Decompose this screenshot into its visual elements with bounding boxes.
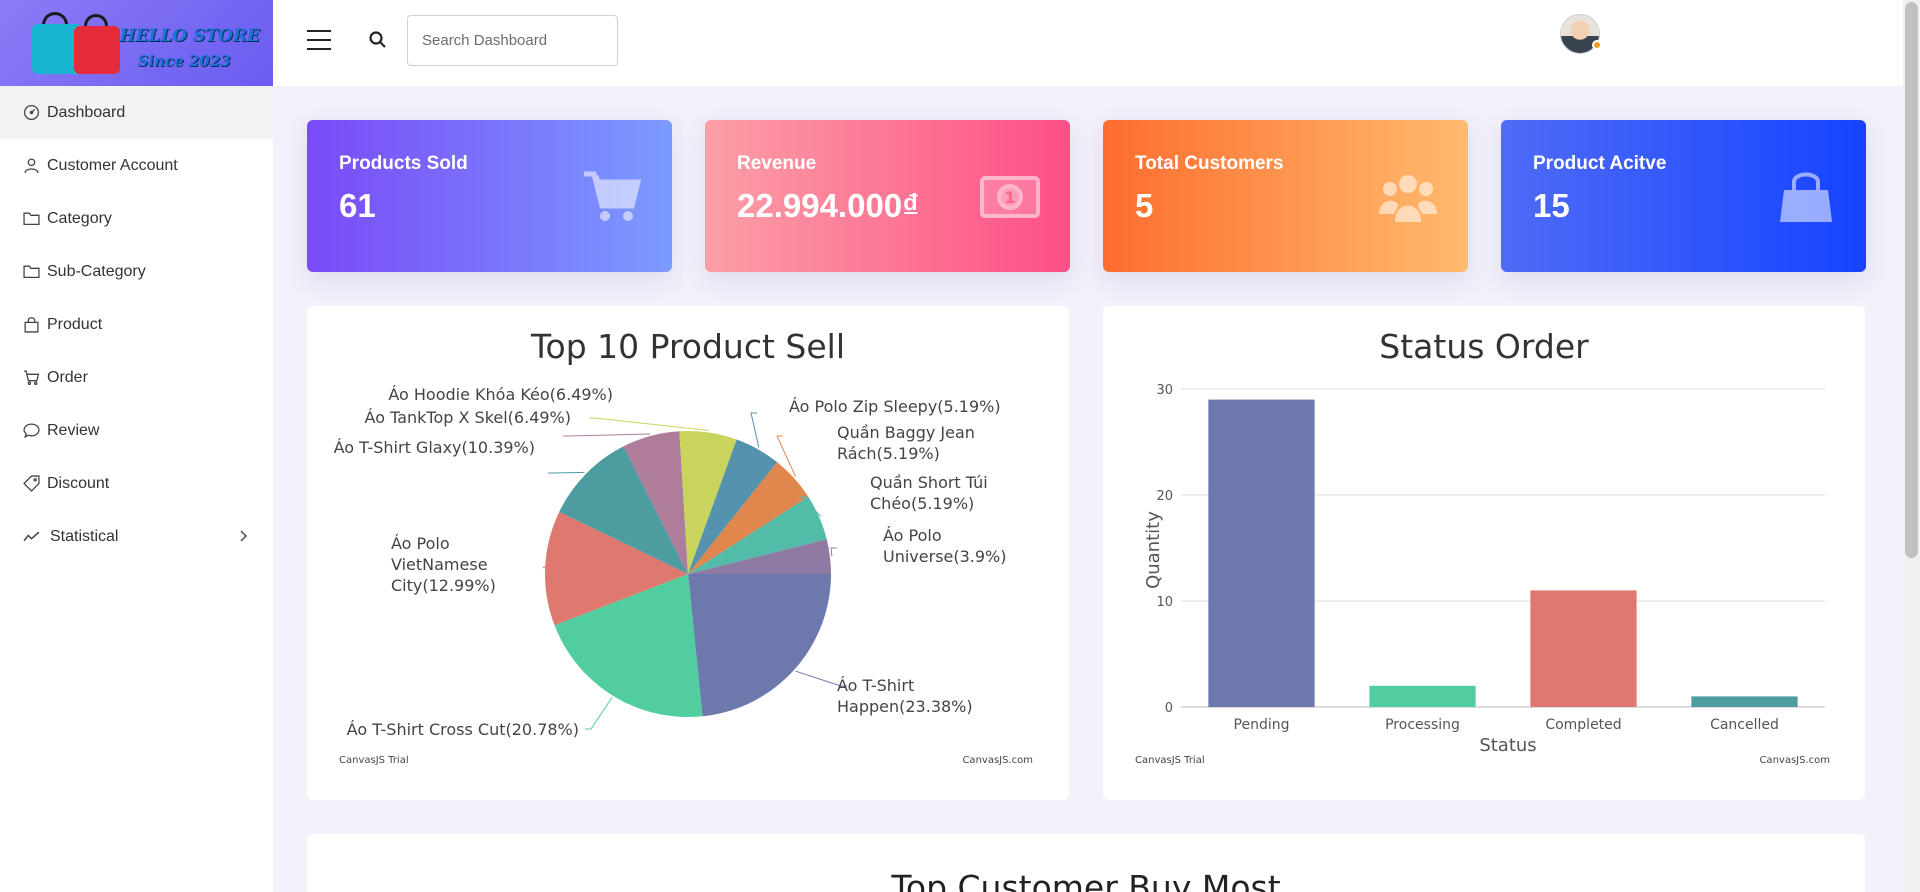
x-tick-label: Pending [1234,717,1290,733]
users-icon [1379,175,1437,222]
status-indicator [1592,40,1602,50]
bar-pending[interactable] [1208,399,1315,707]
menu-toggle-button[interactable] [307,30,331,50]
search-input[interactable] [407,15,618,66]
chart-title: Status Order [1379,327,1589,366]
x-axis-label: Status [1479,735,1536,756]
top-customer-panel: Top Customer Buy Most [307,834,1865,892]
svg-text:1: 1 [1004,188,1015,207]
sidebar-item-label: Product [47,315,103,333]
folder-icon [22,263,40,281]
pie-leader-line [585,697,613,730]
bag-icon [1780,172,1832,222]
card-products-sold: Products Sold 61 [307,120,672,272]
y-tick-label: 20 [1156,489,1173,504]
pie-chart: Top 10 Product Sell Áo T-Shirt Happen(23.… [334,327,1033,766]
y-tick-label: 0 [1165,701,1173,716]
sidebar-item-label: Review [47,421,100,439]
sidebar-item-product[interactable]: Product [0,298,273,351]
x-tick-label: Processing [1385,717,1460,733]
bar-completed[interactable] [1530,590,1637,707]
pie-slice-label: Áo Polo Zip Sleepy(5.19%) [789,397,1001,416]
sidebar-item-order[interactable]: Order [0,351,273,404]
sidebar: HELLO STORE Since 2023 Dashboard Custome… [0,0,273,892]
chart-title: Top 10 Product Sell [530,327,845,366]
sidebar-item-label: Sub-Category [47,262,146,280]
chart-watermark: CanvasJS.com [962,755,1033,766]
pie-slice-label: Áo TankTop X Skel(6.49%) [365,408,571,427]
pie-slice-label: Áo T-Shirt Glaxy(10.39%) [334,438,535,457]
status-order-chart-panel: Status Order 0 10 20 30 Pending Processing Co… [1103,306,1865,800]
pie-slice-label: Quần Short Túi Chéo(5.19%) [870,473,988,513]
y-tick-label: 10 [1156,595,1173,610]
folder-icon [22,210,40,228]
card-total-customers: Total Customers 5 [1103,120,1468,272]
sidebar-item-label: Dashboard [47,103,126,121]
sidebar-item-label: Customer Account [47,156,178,174]
x-tick-label: Completed [1545,717,1621,733]
search-icon[interactable] [367,29,389,51]
money-icon: 1 [980,176,1040,218]
gauge-icon [22,104,40,122]
chart-watermark: CanvasJS Trial [1135,755,1205,766]
sidebar-item-label: Category [47,209,112,227]
store-logo[interactable]: HELLO STORE Since 2023 [0,0,273,86]
chart-watermark: CanvasJS.com [1759,755,1830,766]
section-title: Top Customer Buy Most [891,868,1281,892]
cart-icon [584,171,642,221]
bar-cancelled[interactable] [1691,696,1798,707]
pie-slice-label: Áo Polo VietNamese City(12.99%) [391,534,496,595]
sidebar-item-label: Discount [47,474,110,492]
sidebar-item-category[interactable]: Category [0,192,273,245]
y-axis-label: Quantity [1143,511,1164,589]
cart-icon [22,369,40,387]
pie-leader-line [563,433,651,437]
sidebar-item-dashboard[interactable]: Dashboard [0,86,273,139]
sidebar-item-review[interactable]: Review [0,404,273,457]
card-product-active: Product Acitve 15 [1501,120,1866,272]
logo-subtitle: Since 2023 [137,52,231,70]
sidebar-nav: Dashboard Customer Account Category Sub-… [0,86,273,563]
pie-leader-line [548,471,585,474]
card-revenue: Revenue 22.994.000₫ 1 [705,120,1070,272]
top-header [273,0,1920,86]
pie-slice-label: Quần Baggy Jean Rách(5.19%) [837,423,975,463]
pie-slice[interactable] [688,574,831,717]
pie-leader-line [589,417,709,431]
scrollbar-thumb[interactable] [1905,2,1918,558]
pie-slice-label: Áo T-Shirt Cross Cut(20.78%) [347,720,579,739]
bag-icon [22,316,40,334]
pie-slice-label: Áo Polo Universe(3.9%) [883,526,1007,566]
x-tick-label: Cancelled [1710,717,1779,733]
sidebar-item-discount[interactable]: Discount [0,457,273,510]
trend-icon [22,528,40,546]
tag-icon [22,475,40,493]
bar-processing[interactable] [1369,685,1476,707]
chevron-right-icon [240,530,247,542]
logo-graphic: HELLO STORE Since 2023 [31,8,260,78]
sidebar-item-label: Order [47,368,88,386]
bar-chart: Status Order 0 10 20 30 Pending Processing Co… [1135,327,1830,766]
pie-slice-label: Áo T-Shirt Happen(23.38%) [837,676,973,716]
sidebar-item-sub-category[interactable]: Sub-Category [0,245,273,298]
chat-icon [22,422,40,440]
sidebar-item-statistical[interactable]: Statistical [0,510,273,563]
sidebar-item-label: Statistical [50,527,119,545]
top-products-chart-panel: Top 10 Product Sell Áo T-Shirt Happen(23.… [307,306,1069,800]
y-tick-label: 30 [1156,383,1173,398]
pie-leader-line [750,412,760,448]
pie-slice-label: Áo Hoodie Khóa Kéo(6.49%) [388,385,613,404]
chart-watermark: CanvasJS Trial [339,755,409,766]
pie-leader-line [830,547,837,557]
user-icon [22,157,40,175]
sidebar-item-customer-account[interactable]: Customer Account [0,139,273,192]
logo-title: HELLO STORE [119,26,260,46]
